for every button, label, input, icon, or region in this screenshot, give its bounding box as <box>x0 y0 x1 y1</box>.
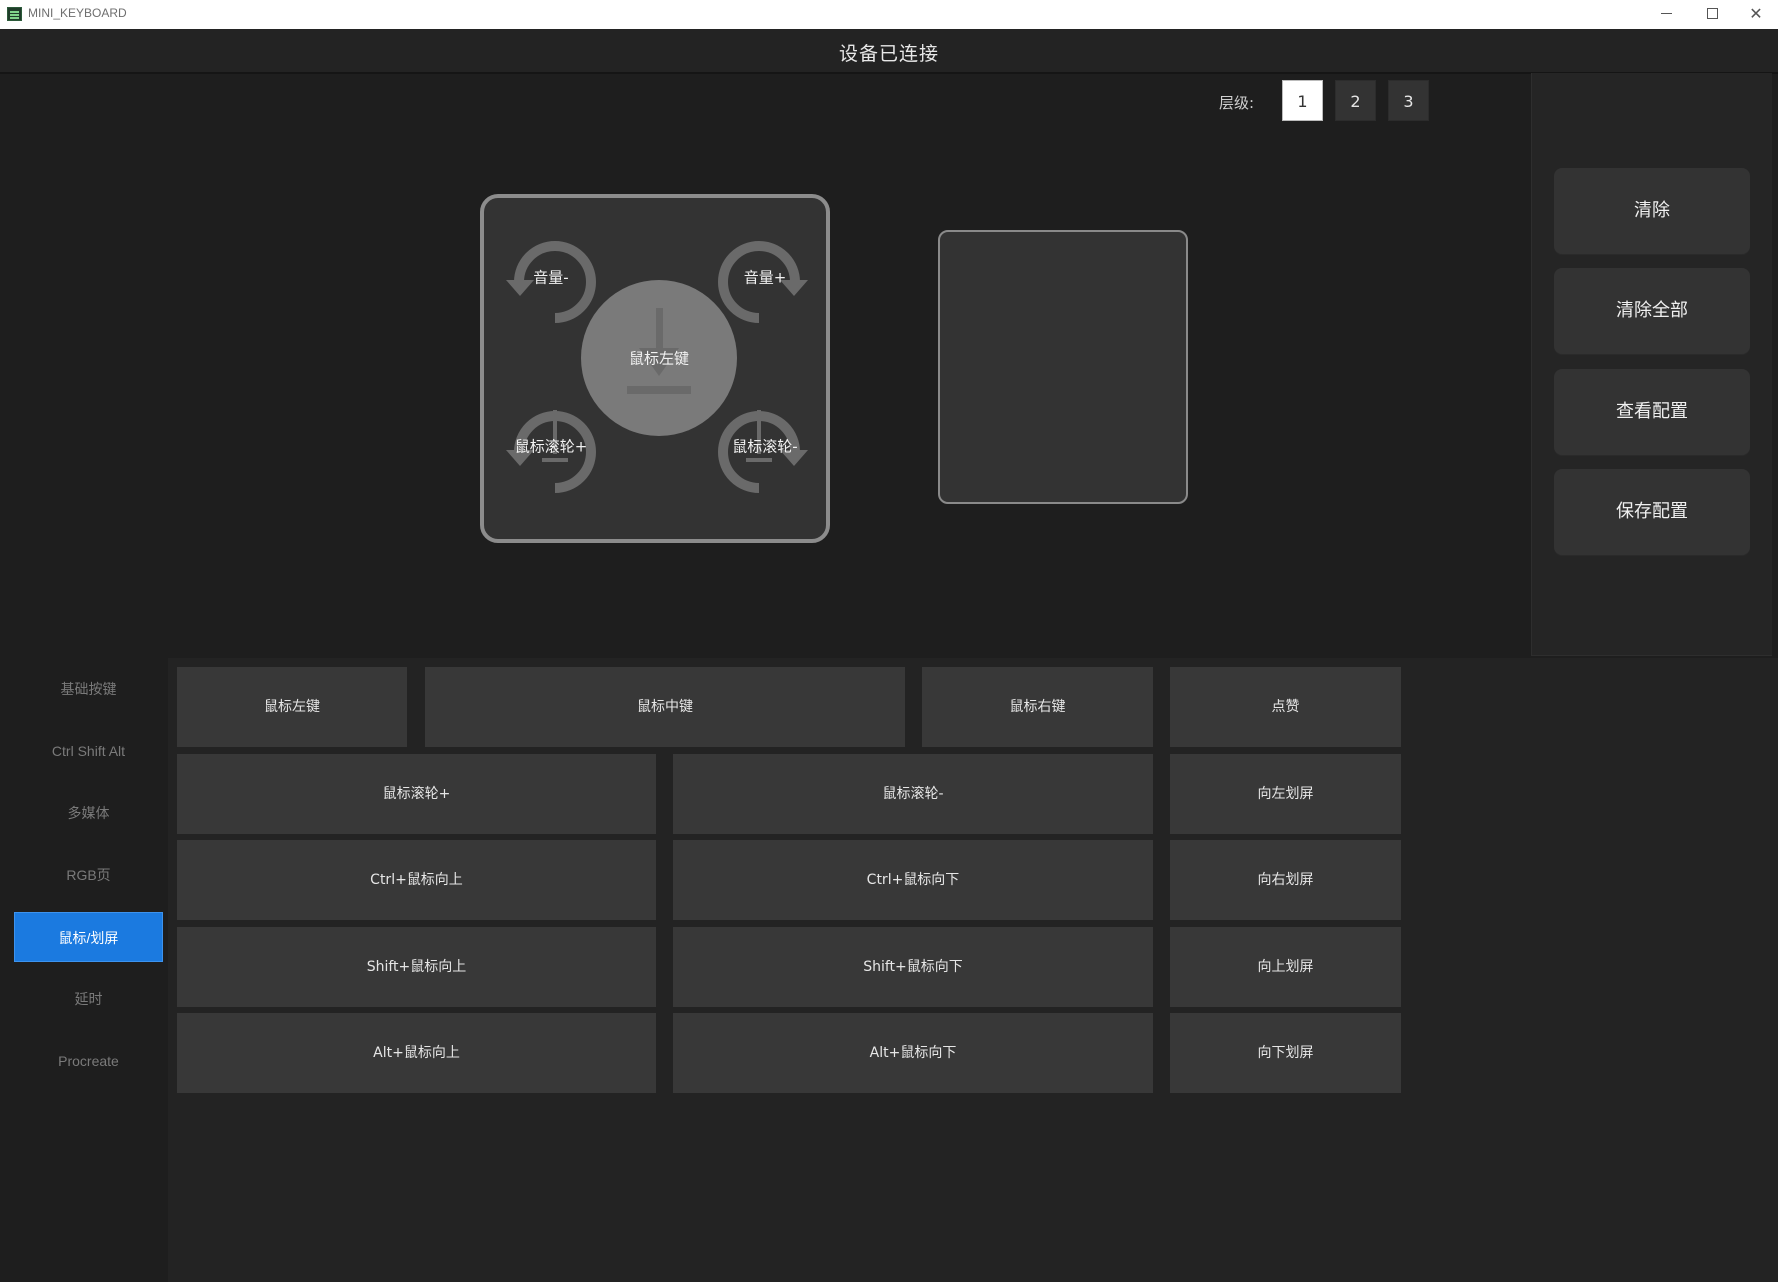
knob-center-label: 鼠标左键 <box>628 349 690 368</box>
fn-like-button[interactable]: 点赞 <box>1170 667 1401 747</box>
fn-swipe-up-button[interactable]: 向上划屏 <box>1170 927 1401 1007</box>
window-titlebar: MINI_KEYBOARD ✕ <box>0 0 1778 30</box>
fn-scroll-up-button[interactable]: 鼠标滚轮+ <box>177 754 656 834</box>
fn-mouse-right-button[interactable]: 鼠标右键 <box>922 667 1153 747</box>
view-config-button[interactable]: 查看配置 <box>1554 369 1750 455</box>
maximize-button[interactable] <box>1690 0 1734 29</box>
layer-button-2[interactable]: 2 <box>1335 80 1376 121</box>
knob-top-right-label: 音量+ <box>743 268 787 287</box>
fn-alt-mouse-up-button[interactable]: Alt+鼠标向上 <box>177 1013 656 1093</box>
close-button[interactable]: ✕ <box>1734 0 1778 29</box>
nav-item-mouse-swipe[interactable]: 鼠标/划屏 <box>14 912 163 962</box>
fn-shift-mouse-down-button[interactable]: Shift+鼠标向下 <box>673 927 1153 1007</box>
nav-item-multimedia[interactable]: 多媒体 <box>14 788 163 838</box>
nav-item-procreate[interactable]: Procreate <box>14 1036 163 1086</box>
layer-label: 层级: <box>1219 94 1255 112</box>
connection-status: 设备已连接 <box>838 43 939 65</box>
fn-shift-mouse-up-button[interactable]: Shift+鼠标向上 <box>177 927 656 1007</box>
nav-item-rgb[interactable]: RGB页 <box>14 850 163 900</box>
save-config-button[interactable]: 保存配置 <box>1554 469 1750 555</box>
clear-button[interactable]: 清除 <box>1554 168 1750 254</box>
maximize-icon <box>1706 7 1718 19</box>
fn-ctrl-mouse-down-button[interactable]: Ctrl+鼠标向下 <box>673 840 1153 920</box>
fn-mouse-left-button[interactable]: 鼠标左键 <box>177 667 407 747</box>
fn-swipe-left-button[interactable]: 向左划屏 <box>1170 754 1401 834</box>
knob-bottom-left-label: 鼠标滚轮+ <box>514 437 588 456</box>
action-panel <box>1531 73 1772 656</box>
knob-bottom-right-label: 鼠标滚轮- <box>732 437 798 456</box>
clear-all-button[interactable]: 清除全部 <box>1554 268 1750 354</box>
window-title: MINI_KEYBOARD <box>28 6 127 20</box>
nav-item-delay[interactable]: 延时 <box>14 974 163 1024</box>
nav-item-basic-keys[interactable]: 基础按键 <box>14 664 163 714</box>
app-header: 设备已连接 <box>0 29 1778 74</box>
fn-swipe-down-button[interactable]: 向下划屏 <box>1170 1013 1401 1093</box>
fn-scroll-down-button[interactable]: 鼠标滚轮- <box>673 754 1153 834</box>
fn-swipe-right-button[interactable]: 向右划屏 <box>1170 840 1401 920</box>
layer-button-3[interactable]: 3 <box>1388 80 1429 121</box>
fn-mouse-middle-button[interactable]: 鼠标中键 <box>425 667 905 747</box>
minimize-button[interactable] <box>1644 0 1688 29</box>
fn-ctrl-mouse-up-button[interactable]: Ctrl+鼠标向上 <box>177 840 656 920</box>
key-slot[interactable] <box>938 230 1188 504</box>
nav-item-modifiers[interactable]: Ctrl Shift Alt <box>14 726 163 776</box>
fn-alt-mouse-down-button[interactable]: Alt+鼠标向下 <box>673 1013 1153 1093</box>
knob-top-left-label: 音量- <box>533 268 569 287</box>
layer-button-1[interactable]: 1 <box>1282 80 1323 121</box>
app-icon <box>7 7 22 21</box>
minimize-icon <box>1660 12 1672 14</box>
